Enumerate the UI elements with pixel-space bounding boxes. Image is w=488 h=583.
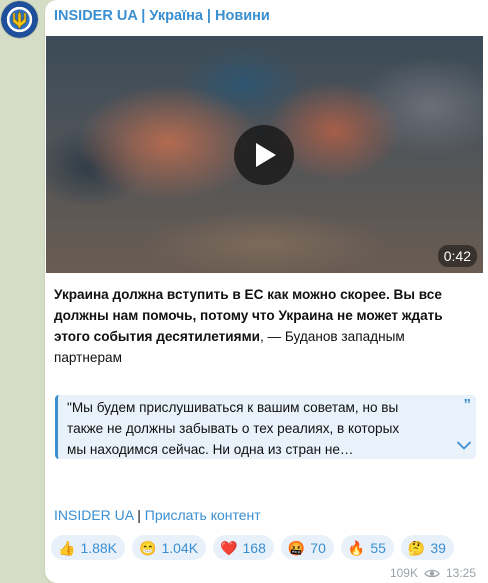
video-player[interactable]: 0:42 [46,36,483,273]
thinking-face-icon: 🤔 [407,539,426,556]
message-time: 13:25 [445,566,476,580]
reaction-count: 168 [242,539,266,556]
reaction-thinking[interactable]: 🤔 39 [400,535,454,560]
reaction-count: 1.88K [80,539,118,556]
submit-content-link[interactable]: Прислать контент [145,507,261,523]
play-icon [256,143,276,167]
reaction-count: 1.04K [161,539,199,556]
reaction-count: 70 [310,539,326,556]
reaction-angry[interactable]: 🤬 70 [280,535,334,560]
fire-icon: 🔥 [347,539,366,556]
link-separator: | [133,507,145,523]
eye-icon [424,569,440,577]
chevron-down-icon[interactable] [457,441,471,450]
reaction-count: 39 [430,539,446,556]
reaction-count: 55 [370,539,386,556]
video-duration: 0:42 [437,245,477,267]
message-meta: 109K 13:25 [390,566,476,580]
angry-face-icon: 🤬 [287,539,306,556]
quote-text: "Мы будем прислушиваться к вашим советам… [67,400,400,457]
grin-icon: 😁 [139,539,157,556]
blockquote[interactable]: "Мы будем прислушиваться к вашим советам… [55,395,476,459]
quote-mark-icon: ” [463,396,472,413]
post-text: Украина должна вступить в ЕС как можно с… [54,284,474,368]
play-button[interactable] [234,125,294,185]
reactions-bar: 👍 1.88K 😁 1.04K ❤️ 168 🤬 70 🔥 55 🤔 39 [51,535,454,560]
trident-icon [12,10,27,30]
channel-avatar[interactable] [1,1,38,38]
message-bubble: INSIDER UA | Україна | Новини 0:42 Украи… [45,0,488,583]
heart-icon: ❤️ [220,539,238,556]
reaction-fire[interactable]: 🔥 55 [340,535,394,560]
reaction-grin[interactable]: 😁 1.04K [132,535,207,560]
post-links: INSIDER UA | Прислать контент [54,507,261,523]
thumbs-up-icon: 👍 [58,539,76,556]
reaction-heart[interactable]: ❤️ 168 [213,535,274,560]
channel-name[interactable]: INSIDER UA | Україна | Новини [54,8,270,24]
channel-link[interactable]: INSIDER UA [54,507,133,523]
view-count: 109K [389,566,418,580]
reaction-thumbs-up[interactable]: 👍 1.88K [51,535,126,560]
